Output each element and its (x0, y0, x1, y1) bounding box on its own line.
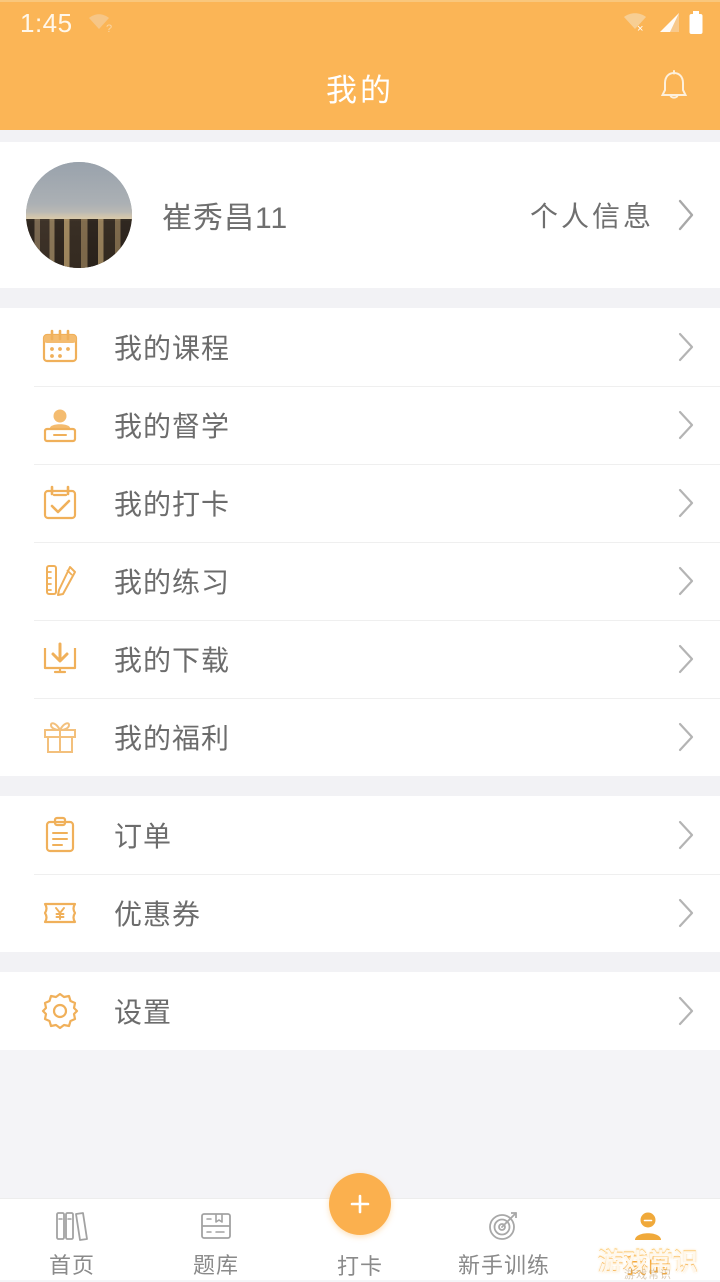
target-training-icon (485, 1207, 523, 1244)
tab-label: 我的 (624, 1253, 671, 1278)
chevron-right-icon (676, 897, 696, 929)
status-bar: 1:45 ? × (0, 0, 720, 44)
chevron-right-icon (676, 487, 696, 519)
tab-label: 新手训练 (457, 1253, 550, 1278)
wifi-disconnected-icon: × (622, 12, 650, 34)
gift-icon (34, 716, 86, 758)
menu-item-label: 我的打卡 (114, 489, 231, 520)
tab-label: 题库 (192, 1253, 239, 1278)
ruler-pencil-icon (34, 560, 86, 602)
tab-home[interactable]: 首页 (0, 1199, 144, 1280)
download-monitor-icon (34, 638, 86, 680)
chevron-right-icon (676, 331, 696, 363)
tutor-person-icon (34, 404, 86, 446)
menu-item-label: 我的下载 (114, 645, 231, 676)
profile-name: 崔秀昌11 (162, 202, 289, 235)
menu-item-my-practice[interactable]: 我的练习 (0, 542, 720, 620)
bottom-tab-bar: 首页 题库 打卡 新手训练 我的 游戏常识 游戏常识 (0, 1173, 720, 1281)
calendar-icon (34, 326, 86, 368)
question-bank-book-icon (197, 1207, 235, 1244)
books-home-icon (52, 1207, 92, 1244)
profile-info-link[interactable]: 个人信息 (530, 195, 696, 235)
menu-section-learning: 我的课程 我的督学 我的打卡 我的练习 我的下载 我的福利 (0, 308, 720, 776)
tab-label: 首页 (48, 1253, 95, 1278)
checkin-fab-button[interactable] (329, 1173, 391, 1235)
spacer-1 (0, 288, 720, 308)
menu-item-my-checkin[interactable]: 我的打卡 (0, 464, 720, 542)
menu-item-settings[interactable]: 设置 (0, 972, 720, 1050)
tab-beginner-training[interactable]: 新手训练 (432, 1199, 576, 1280)
tab-label: 打卡 (336, 1254, 383, 1279)
spacer-3 (0, 952, 720, 972)
chevron-right-icon (676, 643, 696, 675)
check-calendar-icon (34, 482, 86, 524)
plus-checkin-icon (345, 1189, 375, 1219)
menu-item-my-courses[interactable]: 我的课程 (0, 308, 720, 386)
menu-section-settings: 设置 (0, 972, 720, 1050)
tab-checkin[interactable]: 打卡 (288, 1173, 432, 1280)
battery-full-icon (688, 11, 704, 35)
menu-item-label: 优惠券 (114, 899, 202, 930)
tab-question-bank[interactable]: 题库 (144, 1199, 288, 1280)
chevron-right-icon (676, 409, 696, 441)
chevron-right-icon (676, 198, 696, 232)
menu-item-my-benefits[interactable]: 我的福利 (0, 698, 720, 776)
avatar-city (26, 219, 132, 268)
spacer-2 (0, 776, 720, 796)
profile-info-label: 个人信息 (529, 201, 654, 232)
status-bar-left: 1:45 ? (20, 8, 115, 39)
status-bar-right: × (622, 11, 704, 35)
menu-section-commerce: 订单 优惠券 (0, 796, 720, 952)
coupon-yen-icon (34, 892, 86, 934)
tab-profile[interactable]: 我的 游戏常识 游戏常识 (576, 1199, 720, 1281)
avatar[interactable] (26, 162, 132, 268)
menu-item-label: 我的督学 (114, 411, 231, 442)
profile-card[interactable]: 崔秀昌11 个人信息 (0, 142, 720, 288)
page-title: 我的 (326, 72, 394, 108)
menu-item-label: 我的福利 (114, 723, 231, 754)
menu-item-label: 我的课程 (114, 333, 231, 364)
menu-item-orders[interactable]: 订单 (0, 796, 720, 874)
status-time: 1:45 (20, 7, 73, 38)
profile-row[interactable]: 崔秀昌11 个人信息 (0, 142, 720, 288)
chevron-right-icon (676, 565, 696, 597)
menu-item-label: 我的练习 (114, 567, 231, 598)
svg-text:×: × (637, 23, 643, 34)
svg-text:?: ? (106, 23, 112, 35)
clipboard-order-icon (34, 814, 86, 856)
app-header: 我的 (0, 44, 720, 130)
chevron-right-icon (676, 995, 696, 1027)
menu-item-label: 设置 (114, 997, 173, 1028)
menu-item-label: 订单 (114, 821, 173, 852)
menu-item-my-downloads[interactable]: 我的下载 (0, 620, 720, 698)
spacer-top (0, 130, 720, 142)
notification-bell-icon (657, 69, 691, 105)
gear-settings-icon (34, 990, 86, 1032)
menu-item-my-supervision[interactable]: 我的督学 (0, 386, 720, 464)
cellular-signal-icon (657, 12, 681, 34)
chevron-right-icon (676, 819, 696, 851)
user-profile-icon (629, 1207, 667, 1244)
notification-button[interactable] (650, 63, 698, 111)
wifi-question-icon: ? (87, 11, 115, 35)
chevron-right-icon (676, 721, 696, 753)
menu-item-coupons[interactable]: 优惠券 (0, 874, 720, 952)
